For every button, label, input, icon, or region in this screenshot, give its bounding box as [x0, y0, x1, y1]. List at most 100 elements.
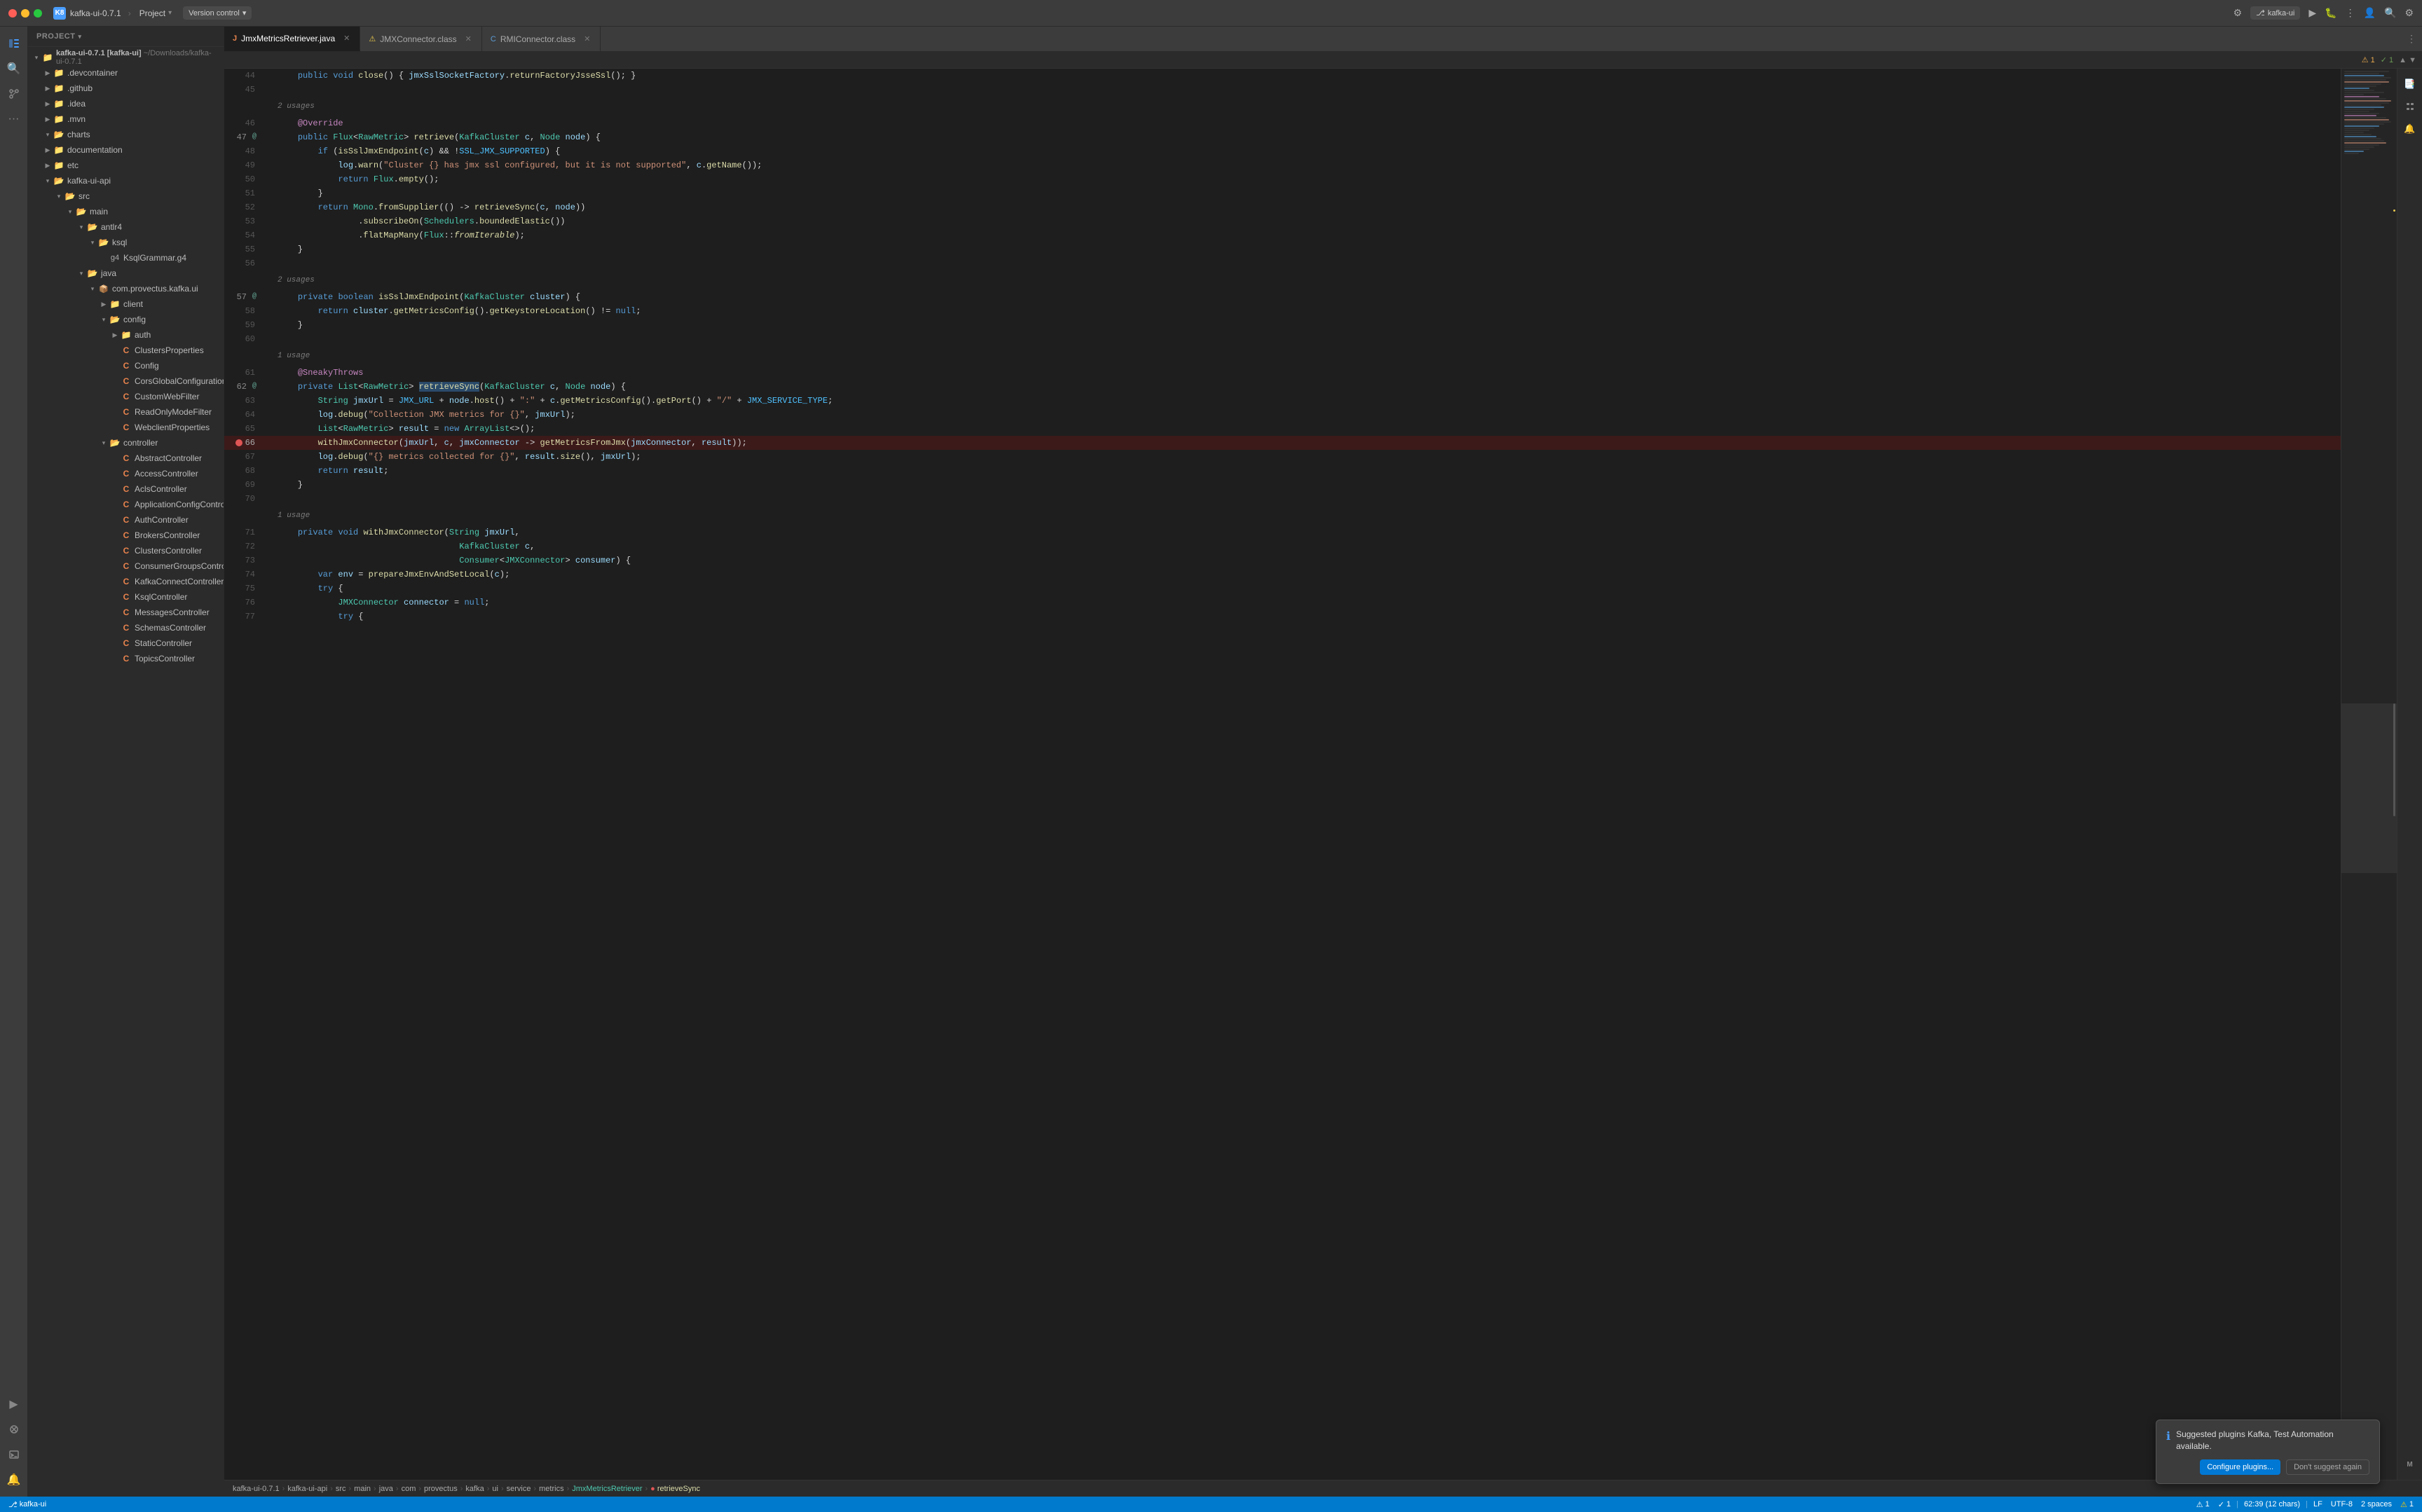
sidebar-item-schemascontroller[interactable]: ▶ C SchemasController	[28, 620, 224, 635]
sidebar-item-devcontainer[interactable]: ▶ 📁 .devcontainer	[28, 65, 224, 81]
breadcrumb-item-metrics[interactable]: metrics	[539, 1485, 563, 1493]
breadcrumb-item-com[interactable]: com	[402, 1485, 416, 1493]
tab-close-jmxmetrics[interactable]: ✕	[342, 32, 351, 44]
right-m-icon[interactable]: M	[2400, 1455, 2420, 1474]
sidebar-item-kafkaconnect[interactable]: ▶ C KafkaConnectController	[28, 574, 224, 589]
breadcrumb-item-kafka[interactable]: kafka	[465, 1485, 484, 1493]
settings-icon[interactable]: ⚙	[2233, 7, 2243, 19]
sidebar-item-auth[interactable]: ▶ 📁 auth	[28, 327, 224, 343]
sidebar-item-charts[interactable]: ▾ 📂 charts	[28, 127, 224, 142]
vcs-icon[interactable]	[3, 83, 25, 105]
status-warning-badge[interactable]: ⚠ 1	[2397, 1500, 2416, 1509]
breadcrumb-item-src[interactable]: src	[336, 1485, 346, 1493]
sidebar-item-mvn[interactable]: ▶ 📁 .mvn	[28, 111, 224, 127]
sidebar-item-etc[interactable]: ▶ 📁 etc	[28, 158, 224, 173]
run-icon[interactable]: ▶	[3, 1393, 25, 1415]
sidebar-item-package[interactable]: ▾ 📦 com.provectus.kafka.ui	[28, 281, 224, 296]
sidebar-item-readonlyfilter[interactable]: ▶ C ReadOnlyModeFilter	[28, 404, 224, 420]
right-notifications-icon[interactable]: 🔔	[2400, 119, 2420, 139]
terminal-icon[interactable]	[3, 1443, 25, 1466]
search-icon[interactable]: 🔍	[2384, 7, 2396, 19]
sidebar-item-cors[interactable]: ▶ C CorsGlobalConfiguration	[28, 373, 224, 389]
sidebar-item-java[interactable]: ▾ 📂 java	[28, 266, 224, 281]
tabs-more-icon[interactable]: ⋮	[2407, 33, 2416, 45]
minimize-button[interactable]	[21, 9, 29, 18]
sidebar-item-authcontroller[interactable]: ▶ C AuthController	[28, 512, 224, 528]
breadcrumb-item-java[interactable]: java	[379, 1485, 393, 1493]
breadcrumb-item-service[interactable]: service	[507, 1485, 531, 1493]
check-badge[interactable]: ✓ 1	[2381, 55, 2393, 64]
breadcrumb-item-api[interactable]: kafka-ui-api	[287, 1485, 327, 1493]
more-icon[interactable]: ⋮	[2346, 7, 2355, 19]
status-line-ending[interactable]: LF	[2311, 1500, 2325, 1508]
project-selector[interactable]: Project ▾	[139, 8, 172, 18]
status-position[interactable]: 62:39 (12 chars)	[2241, 1500, 2303, 1508]
sidebar-item-client[interactable]: ▶ 📁 client	[28, 296, 224, 312]
status-checks[interactable]: ✓ 1	[2215, 1500, 2233, 1509]
breadcrumb-item-main[interactable]: main	[354, 1485, 371, 1493]
sidebar-item-documentation[interactable]: ▶ 📁 documentation	[28, 142, 224, 158]
breadcrumb-item-class[interactable]: JmxMetricsRetriever	[572, 1485, 642, 1493]
dont-suggest-button[interactable]: Don't suggest again	[2286, 1459, 2369, 1475]
configure-plugins-button[interactable]: Configure plugins...	[2200, 1459, 2280, 1475]
sidebar-item-ksqlgrammar[interactable]: ▶ g4 KsqlGrammar.g4	[28, 250, 224, 266]
breadcrumb-item-ui[interactable]: ui	[492, 1485, 498, 1493]
line-code-55: }	[266, 242, 2341, 256]
search-bar-icon[interactable]: 🔍	[3, 57, 25, 80]
debug-icon[interactable]	[3, 1418, 25, 1441]
breadcrumb-item-method[interactable]: ●retrieveSync	[650, 1485, 700, 1493]
right-structure-icon[interactable]	[2400, 97, 2420, 116]
sidebar-item-staticcontroller[interactable]: ▶ C StaticController	[28, 635, 224, 651]
sidebar-item-controller[interactable]: ▾ 📂 controller	[28, 435, 224, 451]
sidebar-item-customwebfilter[interactable]: ▶ C CustomWebFilter	[28, 389, 224, 404]
version-control-button[interactable]: Version control ▾	[183, 6, 252, 20]
nav-chevrons[interactable]: ▲ ▼	[2399, 56, 2416, 64]
kafka-ui-branch[interactable]: ⎇ kafka-ui	[2250, 6, 2300, 20]
code-viewport[interactable]: 44 public void close() { jmxSslSocketFac…	[224, 69, 2341, 1480]
status-indent[interactable]: 2 spaces	[2358, 1500, 2395, 1508]
settings2-icon[interactable]: ⚙	[2404, 7, 2414, 19]
breadcrumb-item-root[interactable]: kafka-ui-0.7.1	[233, 1485, 280, 1493]
sidebar-item-aclscontroller[interactable]: ▶ C AclsController	[28, 481, 224, 497]
tab-rmiconnector[interactable]: C RMIConnector.class ✕	[482, 27, 601, 51]
play-icon[interactable]: ▶	[2308, 7, 2316, 19]
bug-icon[interactable]: 🐛	[2325, 7, 2337, 19]
sidebar-item-github[interactable]: ▶ 📁 .github	[28, 81, 224, 96]
sidebar-item-messagescontroller[interactable]: ▶ C MessagesController	[28, 605, 224, 620]
sidebar-item-kafkauiapi[interactable]: ▾ 📂 kafka-ui-api	[28, 173, 224, 188]
sidebar-item-clusterscontroller[interactable]: ▶ C ClustersController	[28, 543, 224, 558]
breadcrumb-item-provectus[interactable]: provectus	[424, 1485, 458, 1493]
profile-icon[interactable]: 👤	[2364, 7, 2376, 19]
status-warnings[interactable]: ⚠ 1	[2194, 1500, 2212, 1509]
maximize-button[interactable]	[34, 9, 42, 18]
tab-close-rmiconnector[interactable]: ✕	[582, 33, 591, 45]
sidebar-item-accesscontroller[interactable]: ▶ C AccessController	[28, 466, 224, 481]
sidebar-item-clustersprops[interactable]: ▶ C ClustersProperties	[28, 343, 224, 358]
sidebar-root-item[interactable]: ▾ 📁 kafka-ui-0.7.1 [kafka-ui] ~/Download…	[28, 50, 224, 65]
sidebar-item-ksql[interactable]: ▾ 📂 ksql	[28, 235, 224, 250]
sidebar-item-abstractcontroller[interactable]: ▶ C AbstractController	[28, 451, 224, 466]
warning-badge[interactable]: ⚠ 1	[2362, 55, 2375, 64]
tab-close-jmxconnector[interactable]: ✕	[464, 33, 473, 45]
sidebar-item-consumergroupscontroller[interactable]: ▶ C ConsumerGroupsController	[28, 558, 224, 574]
status-encoding[interactable]: UTF-8	[2328, 1500, 2355, 1508]
notifications-icon[interactable]: 🔔	[3, 1469, 25, 1491]
status-branch[interactable]: ⎇ kafka-ui	[6, 1497, 49, 1512]
close-button[interactable]	[8, 9, 17, 18]
sidebar-item-topicscontroller[interactable]: ▶ C TopicsController	[28, 651, 224, 666]
sidebar-item-antlr4[interactable]: ▾ 📂 antlr4	[28, 219, 224, 235]
sidebar-item-src[interactable]: ▾ 📂 src	[28, 188, 224, 204]
sidebar-item-main[interactable]: ▾ 📂 main	[28, 204, 224, 219]
more-bar-icon[interactable]: ···	[3, 108, 25, 130]
sidebar-item-idea[interactable]: ▶ 📁 .idea	[28, 96, 224, 111]
tab-jmxconnector[interactable]: ⚠ JMXConnector.class ✕	[360, 27, 481, 51]
sidebar-item-appconfig[interactable]: ▶ C ApplicationConfigController	[28, 497, 224, 512]
tab-jmxmetrics[interactable]: J JmxMetricsRetriever.java ✕	[224, 27, 360, 51]
sidebar-item-webclientprops[interactable]: ▶ C WebclientProperties	[28, 420, 224, 435]
right-bookmarks-icon[interactable]: 📑	[2400, 74, 2420, 94]
sidebar-item-config-file[interactable]: ▶ C Config	[28, 358, 224, 373]
sidebar-item-brokerscontroller[interactable]: ▶ C BrokersController	[28, 528, 224, 543]
sidebar-item-ksqlcontroller[interactable]: ▶ C KsqlController	[28, 589, 224, 605]
sidebar-item-config[interactable]: ▾ 📂 config	[28, 312, 224, 327]
sidebar-toggle-icon[interactable]	[3, 32, 25, 55]
